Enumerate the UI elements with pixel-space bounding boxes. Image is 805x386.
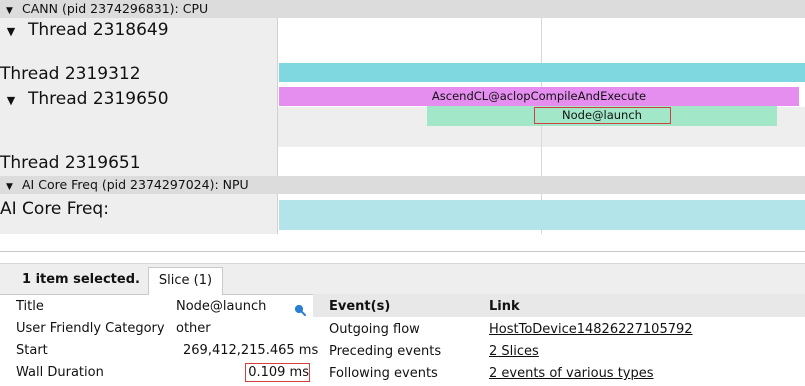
thread-label: Thread 2319650: [28, 89, 169, 109]
process-header-cann[interactable]: ▼ CANN (pid 2374296831): CPU: [0, 0, 805, 18]
expand-triangle-icon[interactable]: ▼: [0, 25, 22, 38]
duration-highlight-box: [245, 363, 310, 382]
link-column-header: Link: [489, 299, 520, 314]
event-link[interactable]: HostToDevice14826227105792: [489, 322, 693, 337]
category-label: User Friendly Category: [16, 321, 165, 336]
slice-label: AscendCL@aclopCompileAndExecute: [431, 89, 647, 103]
expand-triangle-icon[interactable]: ▼: [0, 94, 22, 107]
start-label: Start: [16, 343, 48, 358]
selection-summary: 1 item selected.: [22, 272, 140, 287]
slice-aclop-compile-and-execute[interactable]: AscendCL@aclopCompileAndExecute: [279, 87, 799, 106]
events-column-header: Event(s): [329, 299, 391, 314]
process-label: AI Core Freq (pid 2374297024): NPU: [22, 177, 249, 192]
panel-resize-handle[interactable]: [0, 251, 805, 252]
magnifier-icon[interactable]: [294, 301, 306, 316]
event-name: Preceding events: [329, 344, 442, 359]
thread-row-2319651[interactable]: Thread 2319651: [0, 153, 141, 173]
category-value: other: [176, 321, 211, 336]
selected-slice-outline: [534, 107, 671, 124]
process-label: CANN (pid 2374296831): CPU: [22, 1, 209, 16]
event-name: Outgoing flow: [329, 322, 420, 337]
thread-label: Thread 2318649: [28, 20, 169, 40]
tab-slice[interactable]: Slice (1): [148, 267, 223, 295]
thread-label: Thread 2319651: [0, 153, 141, 173]
event-name: Following events: [329, 366, 438, 381]
slice-thread-2319312[interactable]: [279, 63, 805, 82]
thread-row-2318649[interactable]: ▼ Thread 2318649: [0, 20, 169, 40]
process-header-ai-core-freq[interactable]: ▼ AI Core Freq (pid 2374297024): NPU: [0, 176, 805, 194]
thread-label: Thread 2319312: [0, 64, 141, 84]
counter-label: AI Core Freq:: [0, 199, 109, 219]
thread-row-2319312[interactable]: Thread 2319312: [0, 64, 141, 84]
start-value: 269,412,215.465 ms: [183, 343, 319, 358]
thread-row-2319650[interactable]: ▼ Thread 2319650: [0, 89, 169, 109]
duration-label: Wall Duration: [16, 365, 104, 380]
event-link[interactable]: 2 Slices: [489, 344, 539, 359]
title-label: Title: [16, 299, 44, 314]
event-link[interactable]: 2 events of various types: [489, 366, 654, 381]
title-value: Node@launch: [176, 299, 267, 314]
counter-fill-ai-core-freq[interactable]: [279, 200, 805, 230]
counter-row-ai-core-freq[interactable]: AI Core Freq:: [0, 199, 109, 219]
